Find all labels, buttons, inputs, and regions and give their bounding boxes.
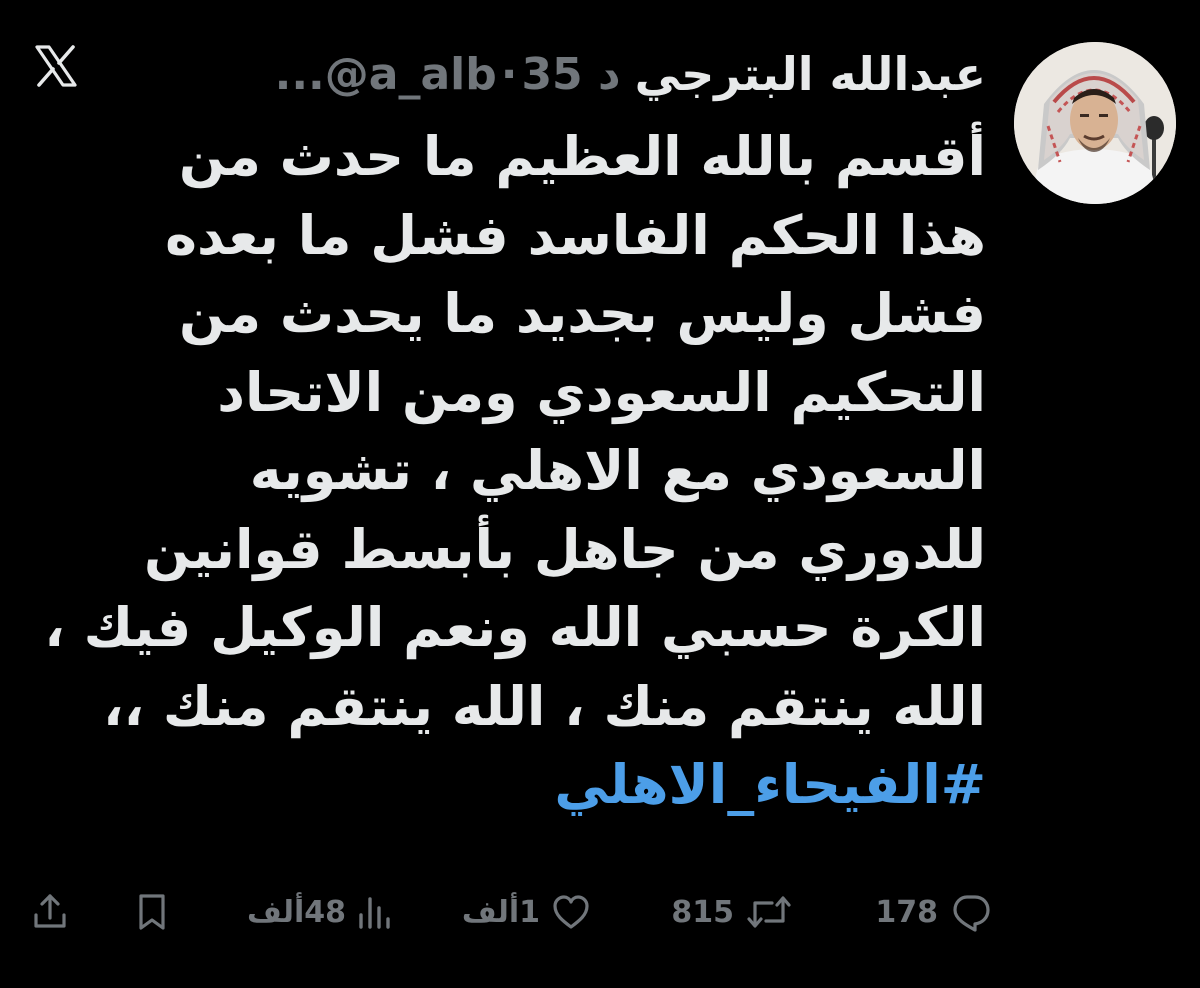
user-handle[interactable]: ...@a_alb [275, 49, 497, 100]
reply-count: 178 [875, 894, 938, 930]
views-count: 48ألف [246, 894, 346, 930]
tweet-text-line: هذا الحكم الفاسد فشل ما بعده [165, 203, 986, 267]
tweet-header: عبدالله البترجي ...@a_alb·35 د [275, 44, 986, 104]
timestamp[interactable]: 35 د [521, 49, 620, 100]
retweet-icon [746, 891, 792, 933]
x-logo-icon[interactable] [34, 44, 78, 88]
tweet-meta: ...@a_alb·35 د [275, 49, 621, 100]
tweet-text-line: الله ينتقم منك ، الله ينتقم منك ،، [103, 674, 986, 738]
tweet-text-line: السعودي مع الاهلي ، تشويه [249, 439, 986, 502]
heart-icon [550, 891, 592, 933]
share-button[interactable] [30, 880, 70, 944]
retweet-button[interactable]: 815 [671, 880, 792, 944]
tweet-text-line: التحكيم السعودي ومن الاتحاد [217, 360, 986, 424]
meta-separator: · [500, 48, 518, 100]
avatar[interactable] [1014, 42, 1176, 204]
tweet-text-line: فشل وليس بجديد ما يحدث من [179, 282, 986, 345]
reply-icon [950, 891, 992, 933]
like-button[interactable]: 1ألف [462, 880, 592, 944]
like-count: 1ألف [461, 894, 540, 930]
tweet-text-line: أقسم بالله العظيم ما حدث من [178, 125, 986, 188]
retweet-count: 815 [671, 894, 734, 930]
tweet-text-line: للدوري من جاهل بأبسط قوانين [144, 517, 986, 581]
tweet-card[interactable]: عبدالله البترجي ...@a_alb·35 د أقسم بالل… [0, 0, 1200, 988]
tweet-text-line: الكرة حسبي الله ونعم الوكيل فيك ، [44, 596, 986, 659]
bookmark-button[interactable] [132, 880, 172, 944]
reply-button[interactable]: 178 [875, 880, 992, 944]
action-bar: 178 815 1ألف 48ألف [30, 880, 992, 944]
display-name[interactable]: عبدالله البترجي [635, 47, 986, 101]
views-button[interactable]: 48ألف [247, 880, 392, 944]
hashtag-link[interactable]: #الفيحاء_الاهلي [216, 746, 986, 825]
bookmark-icon [132, 891, 172, 933]
share-icon [30, 891, 70, 933]
tweet-text: أقسم بالله العظيم ما حدث من هذا الحكم ال… [44, 118, 986, 825]
views-chart-icon [356, 891, 392, 933]
